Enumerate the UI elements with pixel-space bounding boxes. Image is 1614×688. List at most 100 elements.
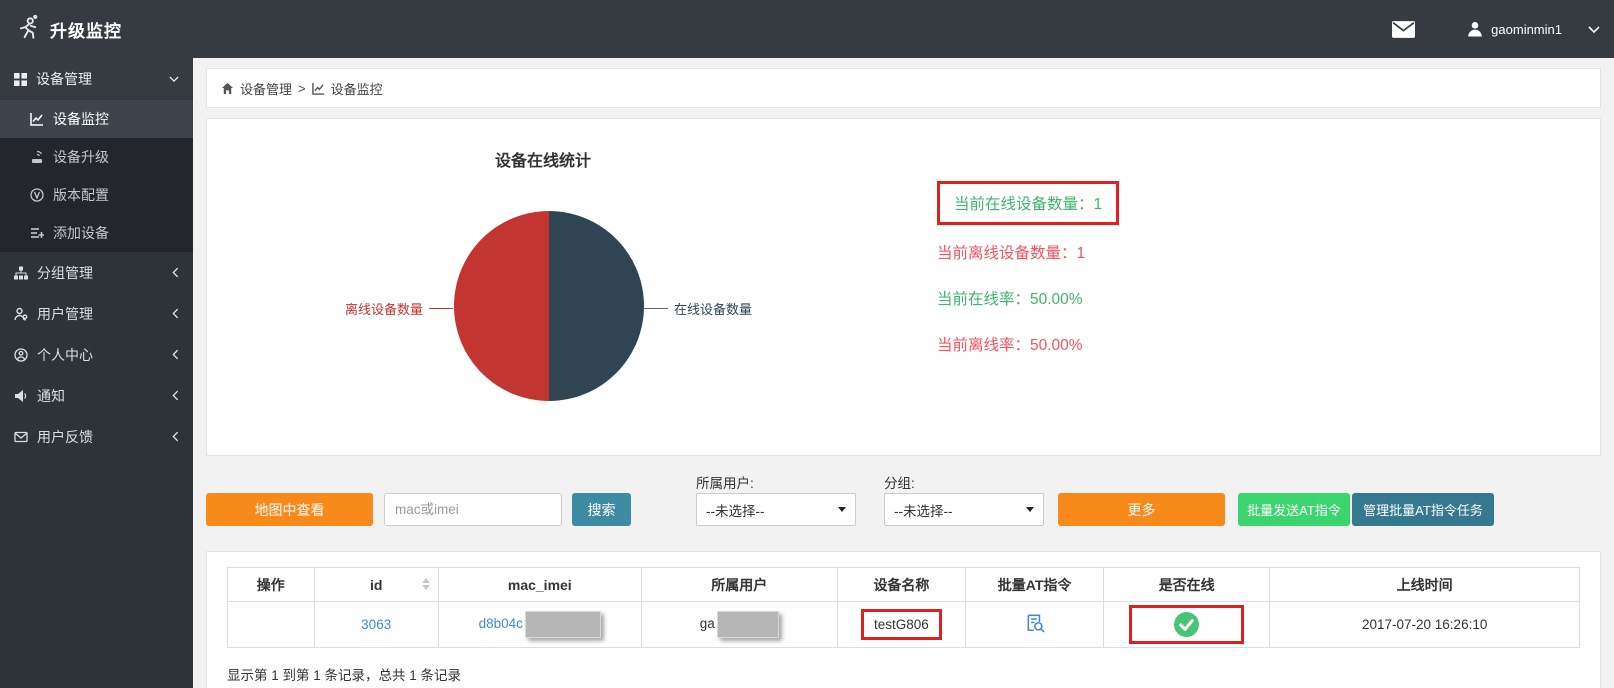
main-content: 设备管理 > 设备监控 设备在线统计 离线设备数量 在线设备数量 当前在线设备数… xyxy=(193,58,1614,688)
col-header-owner: 所属用户 xyxy=(641,568,837,602)
version-v-icon xyxy=(30,188,44,202)
sidebar-item-add-device[interactable]: 添加设备 xyxy=(0,214,193,252)
redaction-box xyxy=(717,611,779,638)
table-header-row: 操作 id mac_imei 所属用户 设备名称 批量AT指令 是否在线 上线时… xyxy=(228,568,1580,602)
leader-line xyxy=(429,308,453,309)
col-header-id[interactable]: id xyxy=(314,568,438,602)
sidebar-item-device-upgrade[interactable]: 设备升级 xyxy=(0,138,193,176)
sidebar-item-label: 用户管理 xyxy=(37,304,93,324)
toolbar: 地图中查看 搜索 所属用户: --未选择-- 分组: --未选择-- 更多 批量… xyxy=(206,470,1601,536)
sidebar-item-personal-center[interactable]: 个人中心 xyxy=(0,334,193,375)
manage-batch-at-button[interactable]: 管理批量AT指令任务 xyxy=(1352,493,1494,526)
sidebar-item-device-monitor[interactable]: 设备监控 xyxy=(0,100,193,138)
sidebar: 设备管理 设备监控 设备升级 版本配置 添 xyxy=(0,58,193,688)
cell-operation xyxy=(228,602,315,648)
sidebar-item-label: 用户反馈 xyxy=(37,427,93,447)
cell-owner: ga xyxy=(641,602,837,648)
group-select-value: --未选择-- xyxy=(894,500,952,520)
search-button[interactable]: 搜索 xyxy=(572,493,631,526)
cell-batch-at xyxy=(966,602,1104,648)
annotation-box: testG806 xyxy=(861,609,942,640)
col-header-is-online: 是否在线 xyxy=(1104,568,1270,602)
sidebar-item-user-feedback[interactable]: 用户反馈 xyxy=(0,416,193,457)
owner-select[interactable]: --未选择-- xyxy=(696,493,856,526)
cell-online-time: 2017-07-20 16:26:10 xyxy=(1270,602,1580,648)
home-icon xyxy=(221,82,234,95)
user-menu[interactable]: gaominmin1 xyxy=(1467,21,1562,37)
megaphone-icon xyxy=(14,389,28,403)
pie-label-offline: 离线设备数量 xyxy=(207,299,453,318)
sidebar-item-label: 个人中心 xyxy=(37,345,93,365)
chevron-down-icon xyxy=(1588,25,1600,34)
app-title: 升级监控 xyxy=(50,17,122,42)
device-table-panel: 操作 id mac_imei 所属用户 设备名称 批量AT指令 是否在线 上线时… xyxy=(206,551,1601,688)
sort-icon[interactable] xyxy=(422,578,430,590)
batch-send-at-button[interactable]: 批量发送AT指令 xyxy=(1238,493,1350,526)
sidebar-item-label: 设备管理 xyxy=(36,69,92,89)
mail-icon[interactable] xyxy=(1392,21,1415,38)
device-id-link[interactable]: 3063 xyxy=(361,617,391,632)
feedback-envelope-icon xyxy=(14,430,28,444)
stat-offline-rate: 当前离线率：50.00% xyxy=(937,333,1119,355)
sidebar-item-group-management[interactable]: 分组管理 xyxy=(0,252,193,293)
stat-online-count: 当前在线设备数量：1 xyxy=(937,181,1119,225)
mac-imei-link[interactable]: d8b04c xyxy=(479,616,523,631)
sidebar-item-label: 通知 xyxy=(37,386,65,406)
chevron-left-icon xyxy=(172,308,179,319)
annotation-box: 当前在线设备数量：1 xyxy=(937,181,1119,225)
at-command-search-icon[interactable] xyxy=(1025,613,1045,633)
annotation-box xyxy=(1129,605,1244,644)
breadcrumb: 设备管理 > 设备监控 xyxy=(206,68,1601,108)
leader-line xyxy=(644,308,668,309)
sidebar-item-device-management[interactable]: 设备管理 xyxy=(0,58,193,100)
device-upgrade-icon xyxy=(30,150,44,164)
person-icon xyxy=(1467,21,1483,37)
chevron-down-icon xyxy=(169,75,179,83)
sidebar-item-notification[interactable]: 通知 xyxy=(0,375,193,416)
profile-icon xyxy=(14,348,28,362)
cell-is-online xyxy=(1104,602,1270,648)
table-row: 3063 d8b04c ga testG806 xyxy=(228,602,1580,648)
caret-down-icon xyxy=(1026,507,1034,512)
pie-chart xyxy=(454,211,644,401)
owner-select-label: 所属用户: xyxy=(696,472,754,492)
cell-mac-imei: d8b04c xyxy=(438,602,641,648)
cell-id: 3063 xyxy=(314,602,438,648)
breadcrumb-separator: > xyxy=(298,81,306,96)
chevron-left-icon xyxy=(172,390,179,401)
pie-label-online: 在线设备数量 xyxy=(644,299,752,318)
user-manage-icon xyxy=(14,307,28,321)
app-logo: 升级监控 xyxy=(0,14,193,44)
stats-block: 当前在线设备数量：1 当前离线设备数量：1 当前在线率：50.00% 当前离线率… xyxy=(937,181,1119,355)
topbar: 升级监控 gaominmin1 xyxy=(0,0,1614,58)
sidebar-item-label: 设备监控 xyxy=(53,109,109,129)
sidebar-item-user-management[interactable]: 用户管理 xyxy=(0,293,193,334)
sidebar-item-label: 分组管理 xyxy=(37,263,93,283)
breadcrumb-current[interactable]: 设备监控 xyxy=(331,79,383,98)
owner-select-value: --未选择-- xyxy=(706,500,764,520)
col-header-batch-at: 批量AT指令 xyxy=(966,568,1104,602)
device-table: 操作 id mac_imei 所属用户 设备名称 批量AT指令 是否在线 上线时… xyxy=(227,567,1580,648)
sidebar-submenu: 设备监控 设备升级 版本配置 添加设备 xyxy=(0,100,193,252)
group-select[interactable]: --未选择-- xyxy=(884,493,1044,526)
line-chart-icon xyxy=(30,112,44,126)
chart-title: 设备在线统计 xyxy=(495,147,591,171)
sidebar-item-label: 添加设备 xyxy=(53,223,109,243)
chevron-left-icon xyxy=(172,349,179,360)
more-button[interactable]: 更多 xyxy=(1058,493,1225,526)
caret-down-icon xyxy=(838,507,846,512)
group-select-label: 分组: xyxy=(884,472,915,492)
cell-device-name: testG806 xyxy=(837,602,965,648)
chart-panel: 设备在线统计 离线设备数量 在线设备数量 当前在线设备数量：1 当前离线设备数量… xyxy=(206,118,1601,456)
sidebar-item-label: 版本配置 xyxy=(53,185,109,205)
add-device-icon xyxy=(30,226,44,240)
mac-imei-search-input[interactable] xyxy=(384,493,562,526)
col-header-online-time: 上线时间 xyxy=(1270,568,1580,602)
record-summary: 显示第 1 到第 1 条记录，总共 1 条记录 xyxy=(227,664,1580,684)
view-on-map-button[interactable]: 地图中查看 xyxy=(206,493,373,526)
stat-online-rate: 当前在线率：50.00% xyxy=(937,287,1119,309)
col-header-operation: 操作 xyxy=(228,568,315,602)
sidebar-item-version-config[interactable]: 版本配置 xyxy=(0,176,193,214)
breadcrumb-parent[interactable]: 设备管理 xyxy=(240,79,292,98)
sidebar-item-label: 设备升级 xyxy=(53,147,109,167)
